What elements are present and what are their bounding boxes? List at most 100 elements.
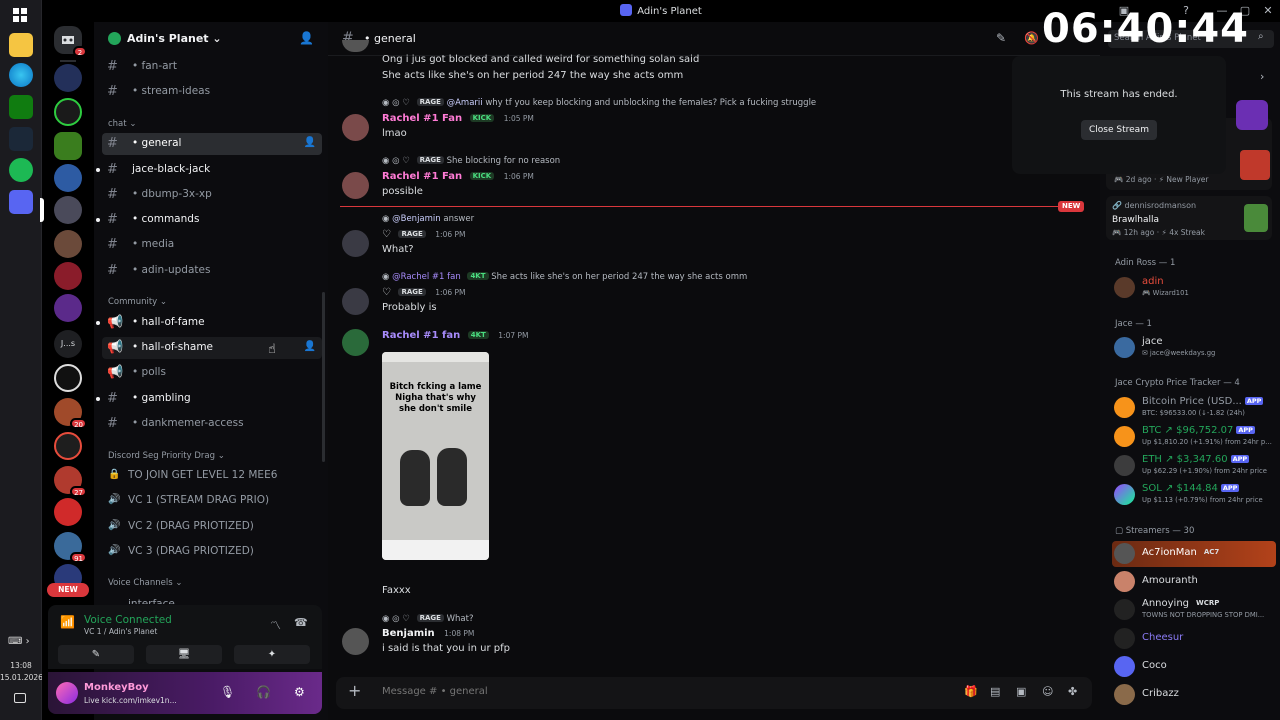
category-chat[interactable]: chat ⌄ xyxy=(108,119,136,129)
category-community[interactable]: Community ⌄ xyxy=(108,297,167,307)
camera-button[interactable]: ✎ xyxy=(58,645,134,664)
direct-messages-icon[interactable]: 2 xyxy=(54,26,87,57)
member-row[interactable]: adin 🎮 Wizard101 xyxy=(1112,275,1276,301)
noise-suppression-icon[interactable]: 〽 xyxy=(270,617,281,633)
add-member-icon[interactable]: 👤 xyxy=(304,137,316,148)
steam-icon[interactable] xyxy=(9,127,33,151)
member-row[interactable]: Coco xyxy=(1112,654,1276,680)
member-row[interactable]: ETH ↗ $3,347.60 APP Up $62.29 (+1.90%) fr… xyxy=(1112,453,1276,479)
gift-icon[interactable]: 🎁 xyxy=(964,685,978,698)
server-icon[interactable] xyxy=(54,196,82,224)
member-row[interactable]: jace ✉ jace@weekdays.gg xyxy=(1112,335,1276,361)
voice-channel[interactable]: 🔊 VC 1 (STREAM DRAG PRIO) xyxy=(108,490,318,512)
voice-channel-path[interactable]: VC 1 / Adin's Planet xyxy=(84,627,157,636)
reply-reference[interactable]: ◉ @Rachel #1 fan 4KT She acts like she's… xyxy=(382,272,747,282)
microphone-icon[interactable]: 🎙 xyxy=(220,685,235,699)
server-icon[interactable] xyxy=(54,432,82,460)
tray-icons[interactable]: ⌨ › xyxy=(8,636,30,647)
discord-taskbar-icon[interactable] xyxy=(9,190,33,214)
reply-reference[interactable]: ◉ @Benjamin answer xyxy=(382,214,474,224)
avatar[interactable] xyxy=(342,288,369,315)
avatar[interactable] xyxy=(342,628,369,655)
mention[interactable]: @Rachel #1 fan xyxy=(392,272,461,282)
server-icon[interactable] xyxy=(54,294,82,322)
collapse-chevron-icon[interactable]: › xyxy=(1260,70,1264,83)
spotify-icon[interactable] xyxy=(9,158,33,182)
close-stream-button[interactable]: Close Stream xyxy=(1081,120,1157,140)
channel-media[interactable]: # • media xyxy=(102,234,322,256)
message-author[interactable]: Rachel #1 fan 4KT 1:07 PM xyxy=(382,330,529,341)
server-icon[interactable]: J...s xyxy=(54,330,82,358)
member-row[interactable]: BTC ↗ $96,752.07 APP Up $1,810.20 (+1.91%… xyxy=(1112,424,1276,450)
settings-gear-icon[interactable]: ⚙ xyxy=(294,685,305,699)
channel-dankmemer-access[interactable]: # • dankmemer-access xyxy=(102,413,322,435)
notification-bell-icon[interactable]: 🔕 xyxy=(1024,31,1039,45)
add-member-icon[interactable]: 👤 xyxy=(304,341,316,352)
category-drag[interactable]: Discord Seg Priority Drag ⌄ xyxy=(108,451,225,461)
channel-commands[interactable]: # • commands xyxy=(96,209,322,231)
disconnect-icon[interactable]: ☎ xyxy=(294,616,308,629)
channel-polls[interactable]: 📢 • polls xyxy=(102,362,322,384)
voice-channel[interactable]: interface xyxy=(108,594,318,604)
taskbar-clock[interactable]: 13:08 15.01.2026 xyxy=(0,660,43,684)
sidebar-scrollbar[interactable] xyxy=(322,292,325,462)
invite-icon[interactable]: 👤 xyxy=(299,31,314,45)
reply-reference[interactable]: ◉ ◎ ♡ RAGE What? xyxy=(382,614,473,624)
message-author[interactable]: ♡ RAGE 1:06 PM xyxy=(382,287,466,298)
channel-dbump-3x-xp[interactable]: # • dbump-3x-xp xyxy=(102,184,322,206)
member-row[interactable]: Amouranth xyxy=(1112,569,1276,595)
server-icon[interactable] xyxy=(54,98,82,126)
category-voice[interactable]: Voice Channels ⌄ xyxy=(108,578,182,588)
avatar[interactable] xyxy=(342,329,369,356)
screen-share-button[interactable]: 🖥 xyxy=(146,645,222,664)
emoji-icon[interactable]: ☺ xyxy=(1042,685,1053,698)
reply-reference[interactable]: ◉ ◎ ♡ RAGE She blocking for no reason xyxy=(382,156,560,166)
server-icon[interactable]: 91 xyxy=(54,532,87,563)
message-author[interactable]: Rachel #1 Fan KICK 1:06 PM xyxy=(382,171,534,182)
channel-hall-of-shame[interactable]: 📢 • hall-of-shame 👤 xyxy=(102,337,322,359)
edge-icon[interactable] xyxy=(9,63,33,87)
voice-channel[interactable]: 🔊 VC 3 (DRAG PRIOTIZED) xyxy=(108,541,318,563)
member-row[interactable]: SOL ↗ $144.84 APP Up $1.13 (+0.79%) from … xyxy=(1112,482,1276,508)
channel-adin-updates[interactable]: # • adin-updates xyxy=(102,260,322,282)
voice-channel[interactable]: 🔊 VC 2 (DRAG PRIOTIZED) xyxy=(108,516,318,538)
new-unreads-pill[interactable]: NEW xyxy=(47,583,89,597)
server-icon[interactable] xyxy=(54,132,82,160)
attach-plus-icon[interactable]: + xyxy=(348,681,361,700)
avatar[interactable] xyxy=(342,172,369,199)
message-author[interactable]: Rachel #1 Fan KICK 1:05 PM xyxy=(382,113,534,124)
gif-icon[interactable]: ▤ xyxy=(990,685,1000,698)
xbox-icon[interactable] xyxy=(9,95,33,119)
signal-icon[interactable]: 📶 xyxy=(60,615,75,631)
apps-icon[interactable]: ✤ xyxy=(1068,685,1077,698)
message-author[interactable]: ♡ RAGE 1:06 PM xyxy=(382,229,466,240)
server-icon[interactable]: 20 xyxy=(54,398,87,429)
server-icon[interactable] xyxy=(54,230,82,258)
channel-fan-art[interactable]: # • fan-art xyxy=(102,56,322,78)
channel-general[interactable]: # • general 👤 xyxy=(102,133,322,155)
avatar[interactable] xyxy=(342,114,369,141)
avatar[interactable] xyxy=(56,682,78,704)
server-icon[interactable]: 27 xyxy=(54,466,87,497)
channel-hall-of-fame[interactable]: 📢 • hall-of-fame xyxy=(96,312,322,334)
file-explorer-icon[interactable] xyxy=(9,33,33,57)
member-row[interactable]: Ac7ionMan AC7 xyxy=(1112,541,1276,567)
guild-header[interactable]: Adin's Planet ⌄ 👤 xyxy=(94,22,328,56)
member-row[interactable]: Bitcoin Price (USD... APP BTC: $96533.00 … xyxy=(1112,395,1276,421)
channel-jace-black-jack[interactable]: # jace-black-jack xyxy=(96,159,322,181)
server-icon[interactable] xyxy=(54,164,82,192)
server-icon[interactable] xyxy=(54,364,82,392)
threads-icon[interactable]: ✎ xyxy=(996,31,1006,45)
close-window-button[interactable]: ✕ xyxy=(1258,2,1278,20)
channel-stream-ideas[interactable]: # • stream-ideas xyxy=(102,81,322,103)
windows-start-icon[interactable] xyxy=(13,8,27,22)
username[interactable]: MonkeyBoy xyxy=(84,682,149,693)
voice-channel-locked[interactable]: 🔒 TO JOIN GET LEVEL 12 MEE6 xyxy=(108,465,318,487)
server-icon[interactable] xyxy=(54,262,82,290)
reply-reference[interactable]: ◉ ◎ ♡ RAGE @Amarii why tf you keep block… xyxy=(382,98,816,108)
user-status[interactable]: Live kick.com/imkev1n... xyxy=(84,696,214,705)
server-icon[interactable] xyxy=(54,64,82,92)
image-attachment[interactable]: Bitch fcking a lame Nigha that's why she… xyxy=(382,352,489,560)
member-row[interactable]: Cribazz xyxy=(1112,682,1276,708)
member-row[interactable]: Annoying WCRP TOWNS NOT DROPPING STOP DMI… xyxy=(1112,597,1276,623)
